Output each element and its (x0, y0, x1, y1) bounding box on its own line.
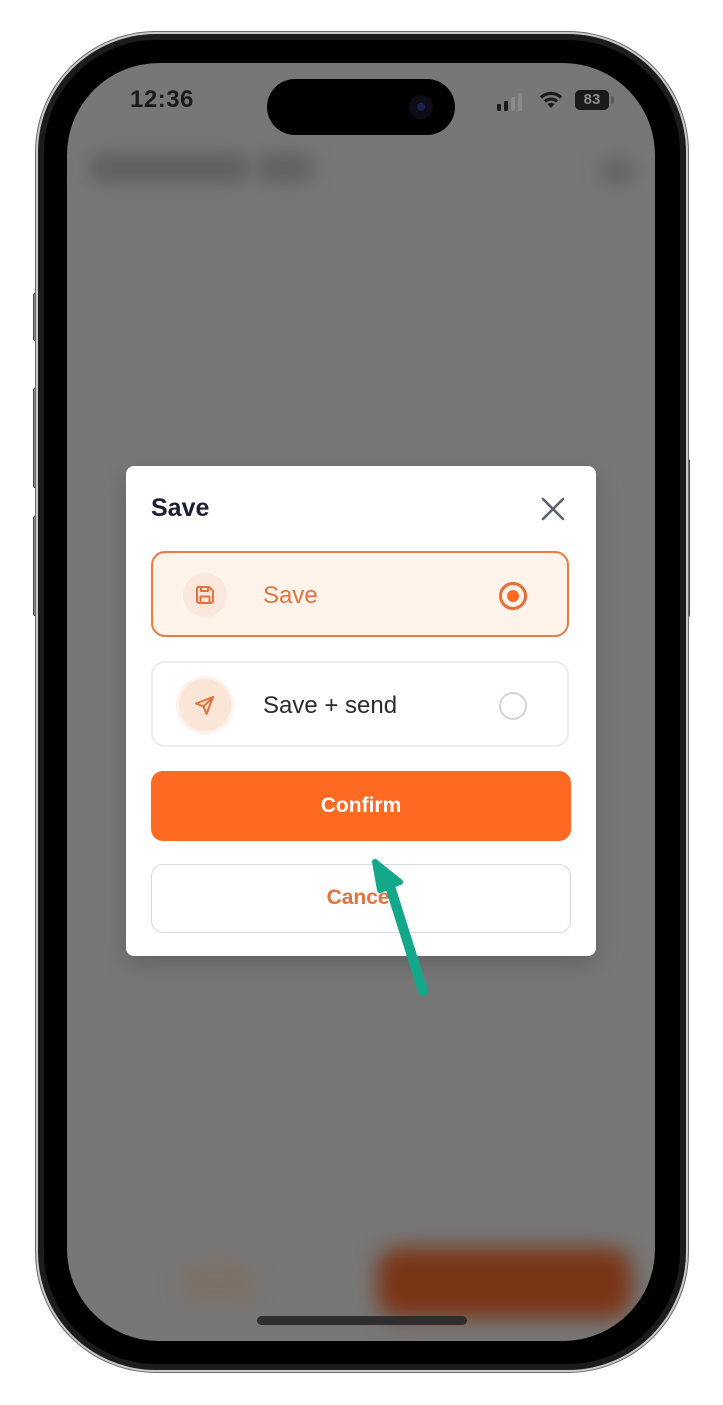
wifi-icon (539, 91, 563, 108)
front-camera-icon (409, 95, 433, 119)
home-indicator[interactable] (257, 1316, 467, 1325)
cancel-button[interactable]: Cancel (151, 864, 571, 933)
save-dialog: Save Save Save + send Confirm Cancel (126, 466, 596, 956)
blurred-header-icon (597, 155, 637, 187)
battery-icon: 83 (575, 90, 609, 110)
option-label: Save + send (263, 692, 398, 719)
send-icon (195, 696, 214, 715)
floppy-disk-icon (195, 586, 214, 604)
option-icon-container (179, 679, 231, 731)
option-save-and-send[interactable]: Save + send (151, 661, 569, 747)
close-icon (541, 497, 565, 521)
phone-screen: 12:36 83 Save Save Save + send Confirm C… (67, 63, 655, 1341)
option-save[interactable]: Save (151, 551, 569, 637)
dynamic-island (267, 79, 455, 135)
battery-tip (611, 96, 614, 104)
status-time: 12:36 (130, 86, 194, 113)
confirm-button[interactable]: Confirm (151, 771, 571, 841)
option-label: Save (263, 582, 318, 609)
blurred-header-title (89, 153, 249, 183)
cellular-signal-icon (497, 93, 522, 111)
radio-unselected[interactable] (499, 692, 527, 720)
close-button[interactable] (538, 494, 568, 524)
dialog-title: Save (151, 494, 210, 522)
blurred-header-subtitle (257, 153, 313, 183)
blurred-footer-secondary-button (182, 1263, 252, 1303)
radio-selected[interactable] (499, 582, 527, 610)
blurred-footer-primary-button (377, 1248, 632, 1318)
option-icon-container (183, 573, 227, 617)
